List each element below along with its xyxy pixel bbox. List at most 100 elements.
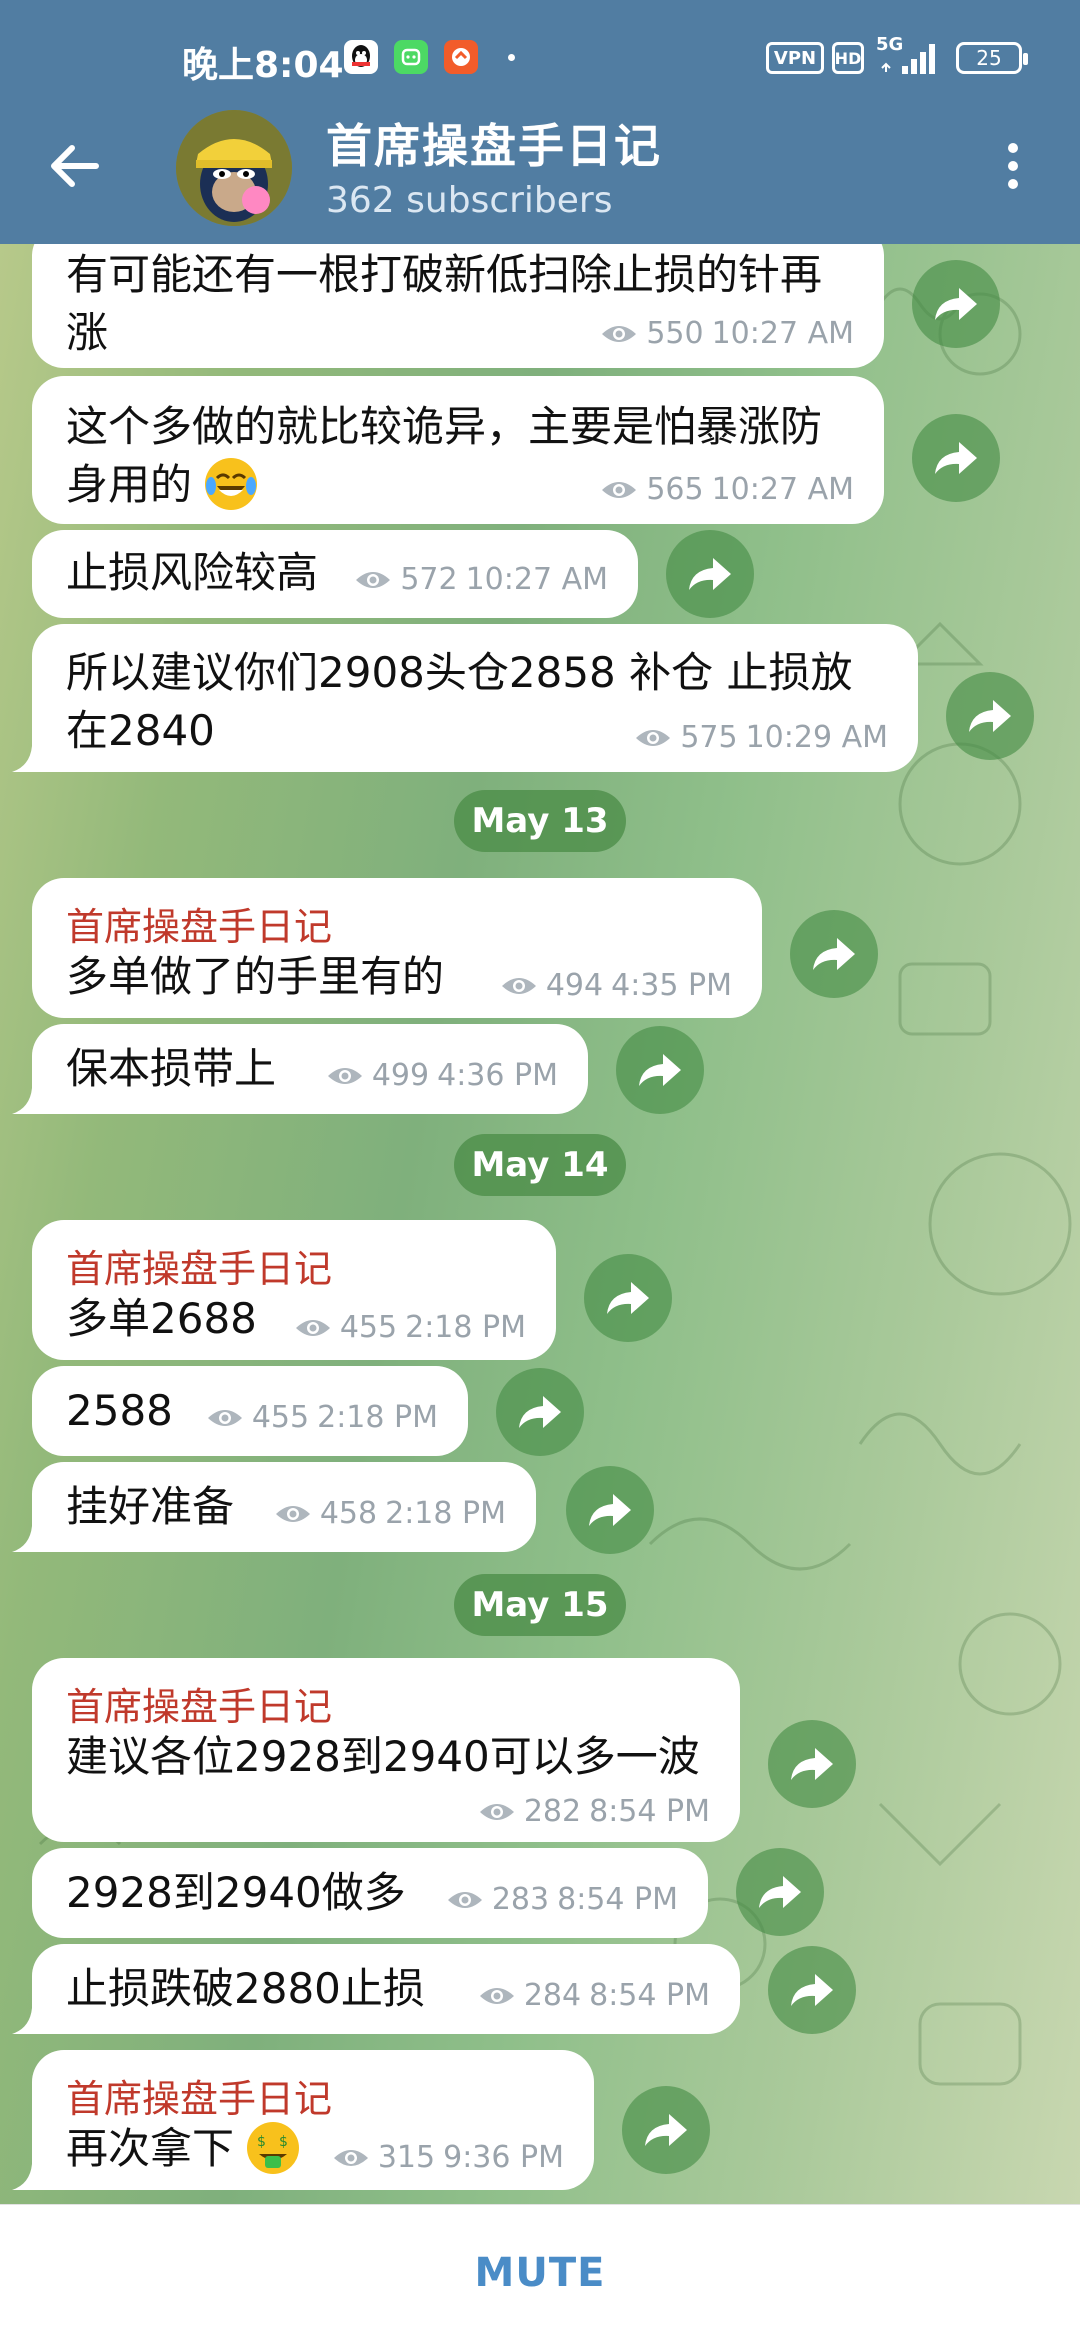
message-meta: 315 9:36 PM <box>332 2140 564 2175</box>
subscriber-count: 362 subscribers <box>326 180 613 221</box>
message-meta: 499 4:36 PM <box>326 1058 558 1093</box>
message-time: 2:18 PM <box>405 1310 526 1345</box>
views-eye-icon <box>447 1891 482 1908</box>
message-meta: 494 4:35 PM <box>500 968 732 1003</box>
share-arrow-icon <box>639 1054 681 1086</box>
message-bubble[interactable]: 首席操盘手日记 多单做了的手里有的 494 4:35 PM <box>32 878 762 1018</box>
message-text: 挂好准备 <box>66 1482 235 1531</box>
message-list[interactable]: 有可能还有一根打破新低扫除止损的针再 涨 550 10:27 AM 这个多做的就… <box>0 244 1080 2204</box>
message-time: 2:18 PM <box>317 1400 438 1435</box>
message-meta: 458 2:18 PM <box>274 1496 506 1531</box>
message-text: 这个多做的就比较诡异，主要是怕暴涨防 <box>66 402 823 451</box>
share-arrow-icon <box>935 288 977 320</box>
view-count: 499 <box>371 1058 430 1093</box>
back-arrow-icon[interactable] <box>44 136 104 196</box>
message-meta: 455 2:18 PM <box>294 1310 526 1345</box>
vpn-badge: VPN <box>766 42 824 74</box>
share-arrow-icon <box>969 700 1011 732</box>
message-time: 9:36 PM <box>443 2140 564 2175</box>
share-button[interactable] <box>768 1946 856 2034</box>
view-count: 572 <box>400 562 458 597</box>
message-bubble[interactable]: 首席操盘手日记 再次拿下 $ $ 315 9:36 PM <box>32 2050 594 2190</box>
message-meta: 550 10:27 AM <box>600 316 854 351</box>
view-count: 565 <box>646 472 704 507</box>
share-button[interactable] <box>616 1026 704 1114</box>
message-text-line: 身用的 <box>66 460 193 509</box>
date-separator: May 13 <box>454 790 626 852</box>
message-text: 止损风险较高 <box>66 548 319 597</box>
tears-of-joy-emoji <box>205 457 258 510</box>
bubble-tail <box>12 2008 42 2034</box>
message-meta: 575 10:29 AM <box>634 720 888 755</box>
message-bubble[interactable]: 首席操盘手日记 建议各位2928到2940可以多一波 282 8:54 PM <box>32 1658 740 1842</box>
view-count: 283 <box>491 1882 550 1917</box>
view-count: 458 <box>319 1496 378 1531</box>
message-time: 4:36 PM <box>437 1058 558 1093</box>
message-text: 2928到2940做多 <box>66 1868 406 1917</box>
share-button[interactable] <box>912 260 1000 348</box>
share-button[interactable] <box>496 1368 584 1456</box>
message-time: 4:35 PM <box>611 968 732 1003</box>
share-button[interactable] <box>666 530 754 618</box>
message-bubble[interactable]: 止损风险较高 572 10:27 AM <box>32 530 638 618</box>
message-bubble[interactable]: 保本损带上 499 4:36 PM <box>32 1024 588 1114</box>
sender-name[interactable]: 首席操盘手日记 <box>66 1238 332 1293</box>
share-button[interactable] <box>768 1720 856 1808</box>
views-eye-icon <box>207 1409 242 1426</box>
views-eye-icon <box>602 325 637 342</box>
share-button[interactable] <box>584 1254 672 1342</box>
channel-avatar[interactable] <box>176 110 292 226</box>
view-count: 455 <box>251 1400 310 1435</box>
message-time: 8:54 PM <box>589 1978 710 2013</box>
share-button[interactable] <box>566 1466 654 1554</box>
message-bubble[interactable]: 2928到2940做多 283 8:54 PM <box>32 1848 708 1938</box>
message-bubble[interactable]: 挂好准备 458 2:18 PM <box>32 1462 536 1552</box>
share-arrow-icon <box>607 1282 649 1314</box>
message-meta: 572 10:27 AM <box>354 562 608 597</box>
share-arrow-icon <box>759 1876 801 1908</box>
message-bubble[interactable]: 这个多做的就比较诡异，主要是怕暴涨防 身用的 565 10:27 AM <box>32 376 884 524</box>
share-button[interactable] <box>912 414 1000 502</box>
share-arrow-icon <box>589 1494 631 1526</box>
sender-name[interactable]: 首席操盘手日记 <box>66 2068 332 2123</box>
message-text: 多单做了的手里有的 <box>66 952 445 1001</box>
message-meta: 284 8:54 PM <box>478 1978 710 2013</box>
views-eye-icon <box>479 1803 514 1820</box>
views-eye-icon <box>479 1987 514 2004</box>
share-button[interactable] <box>946 672 1034 760</box>
more-notifications-dot <box>508 54 515 61</box>
message-text: 保本损带上 <box>66 1044 277 1093</box>
views-eye-icon <box>356 571 391 588</box>
qq-notification-icon <box>344 40 378 74</box>
message-bubble[interactable]: 止损跌破2880止损 284 8:54 PM <box>32 1944 740 2034</box>
share-button[interactable] <box>790 910 878 998</box>
message-bubble[interactable]: 2588 455 2:18 PM <box>32 1366 468 1456</box>
battery-indicator: 25 <box>956 42 1028 74</box>
message-meta: 455 2:18 PM <box>206 1400 438 1435</box>
message-bubble[interactable]: 首席操盘手日记 多单2688 455 2:18 PM <box>32 1220 556 1360</box>
views-eye-icon <box>333 2149 368 2166</box>
view-count: 575 <box>680 720 738 755</box>
weibo-notification-icon <box>444 40 478 74</box>
share-arrow-icon <box>645 2114 687 2146</box>
message-text: 有可能还有一根打破新低扫除止损的针再 <box>66 250 823 299</box>
views-eye-icon <box>275 1505 310 1522</box>
message-time: 10:27 AM <box>465 562 608 597</box>
message-time: 10:27 AM <box>711 316 854 351</box>
message-text: 多单2688 <box>66 1294 257 1343</box>
message-text: 所以建议你们2908头仓2858 补仓 止损放 <box>66 648 853 697</box>
sender-name[interactable]: 首席操盘手日记 <box>66 1676 332 1731</box>
channel-title[interactable]: 首席操盘手日记 <box>326 110 662 176</box>
share-button[interactable] <box>622 2086 710 2174</box>
share-arrow-icon <box>519 1396 561 1428</box>
share-button[interactable] <box>736 1848 824 1936</box>
message-time: 8:54 PM <box>589 1794 710 1829</box>
view-count: 284 <box>523 1978 582 2013</box>
app-notification-icon <box>394 40 428 74</box>
sender-name[interactable]: 首席操盘手日记 <box>66 896 332 951</box>
mute-button[interactable]: MUTE <box>0 2205 1080 2340</box>
more-options-icon[interactable] <box>998 136 1028 196</box>
message-bubble[interactable]: 有可能还有一根打破新低扫除止损的针再 涨 550 10:27 AM <box>32 244 884 368</box>
message-bubble[interactable]: 所以建议你们2908头仓2858 补仓 止损放 在2840 575 10:29 … <box>32 624 918 772</box>
view-count: 315 <box>377 2140 436 2175</box>
